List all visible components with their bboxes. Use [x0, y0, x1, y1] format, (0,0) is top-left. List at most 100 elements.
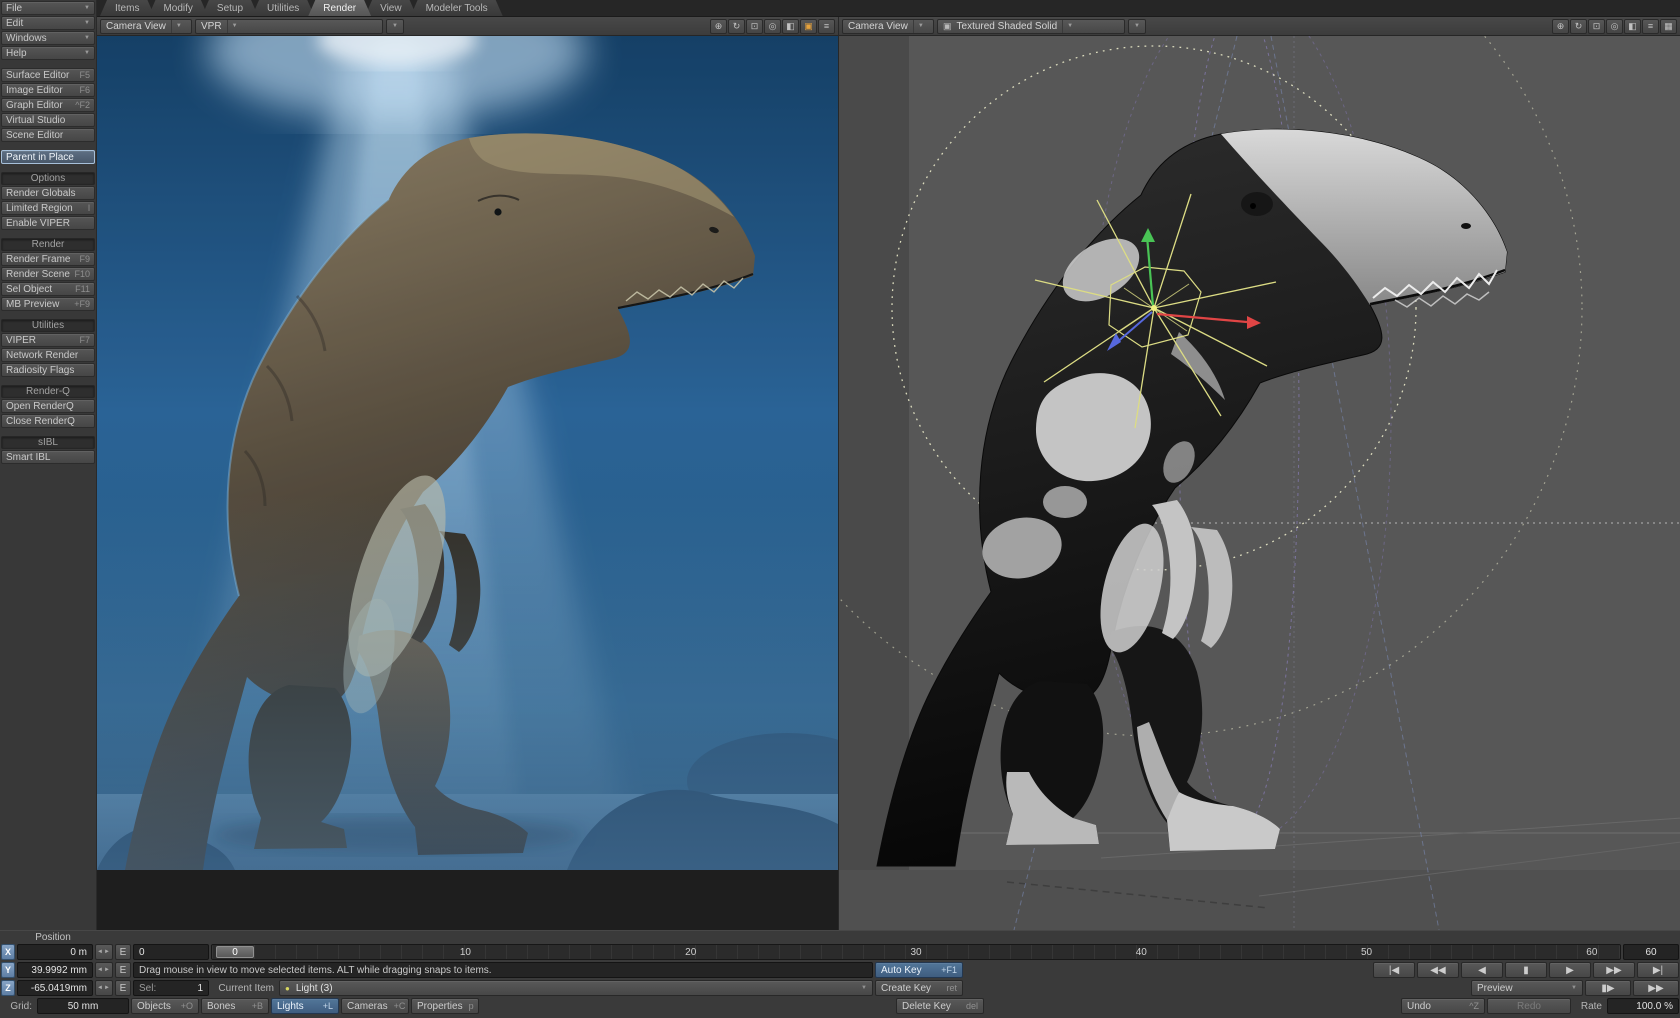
button-parent-in-place[interactable]: Parent in Place — [1, 150, 95, 164]
axis-z-toggle[interactable]: Z — [1, 980, 15, 996]
button-image-editor[interactable]: Image EditorF6 — [1, 83, 95, 97]
button-graph-editor[interactable]: Graph Editor^F2 — [1, 98, 95, 112]
toggle-bones[interactable]: Bones+B — [201, 998, 269, 1014]
rotate-icon[interactable]: ↻ — [1570, 19, 1587, 34]
spacer — [1, 378, 95, 385]
redo-button[interactable]: Redo — [1487, 998, 1571, 1014]
vpr-viewport-canvas[interactable] — [97, 36, 838, 930]
menu-help[interactable]: Help▼ — [1, 46, 95, 60]
transport-go-end[interactable]: ▶| — [1637, 962, 1679, 978]
viewport-shaded: Camera View▼ ▣Textured Shaded Solid▼ ▼ ⊕… — [838, 17, 1680, 930]
button-sel-object[interactable]: Sel ObjectF11 — [1, 282, 95, 296]
auto-key-button[interactable]: Auto Key+F1 — [875, 962, 963, 978]
position-y-field[interactable]: 39.9992 mm — [17, 962, 93, 978]
spacer — [1, 165, 95, 172]
menu-file[interactable]: File▼ — [1, 1, 95, 15]
button-viper[interactable]: VIPERF7 — [1, 333, 95, 347]
nudge-y-button[interactable]: ◄► — [95, 962, 113, 978]
create-key-button[interactable]: Create Keyret — [875, 980, 963, 996]
menu-edit[interactable]: Edit▼ — [1, 16, 95, 30]
tab-items[interactable]: Items — [100, 0, 154, 16]
magnify-icon[interactable]: ◎ — [764, 19, 781, 34]
button-render-globals[interactable]: Render Globals — [1, 186, 95, 200]
transport-step-back[interactable]: ◀ — [1461, 962, 1503, 978]
timeline-ruler[interactable]: 0 10 20 30 40 50 60 — [211, 944, 1621, 960]
shaded-viewport-canvas[interactable] — [839, 36, 1680, 930]
timeline-slider[interactable]: 0 — [216, 946, 254, 958]
chevron-down-icon: ▼ — [392, 20, 398, 33]
viewport-options-dropdown-right[interactable]: ▼ — [1128, 19, 1146, 34]
button-radiosity-flags[interactable]: Radiosity Flags — [1, 363, 95, 377]
preview-dropdown[interactable]: Preview▼ — [1471, 980, 1583, 996]
end-frame-field[interactable]: 60 — [1623, 944, 1679, 960]
toggle-properties[interactable]: Propertiesp — [411, 998, 479, 1014]
rotate-icon[interactable]: ↻ — [728, 19, 745, 34]
shade-toggle-icon[interactable]: ◧ — [782, 19, 799, 34]
render-mode-dropdown-left[interactable]: VPR▼ — [195, 19, 383, 34]
menu-icon[interactable]: ≡ — [818, 19, 835, 34]
tab-modify[interactable]: Modify — [148, 0, 207, 16]
current-frame-field[interactable]: 0 — [133, 944, 209, 960]
preview-play-button[interactable]: ▮▶ — [1585, 980, 1631, 996]
transport-prev-keyframe[interactable]: ◀◀ — [1417, 962, 1459, 978]
button-mb-preview[interactable]: MB Preview+F9 — [1, 297, 95, 311]
transport-go-start[interactable]: |◀ — [1373, 962, 1415, 978]
viewport-options-dropdown-left[interactable]: ▼ — [386, 19, 404, 34]
rate-label: Rate — [1573, 998, 1605, 1014]
button-virtual-studio[interactable]: Virtual Studio — [1, 113, 95, 127]
render-mode-dropdown-right[interactable]: ▣Textured Shaded Solid▼ — [937, 19, 1125, 34]
button-scene-editor[interactable]: Scene Editor — [1, 128, 95, 142]
current-item-dropdown[interactable]: ● Light (3) ▼ — [279, 980, 873, 996]
grid-size-field[interactable]: 50 mm — [37, 998, 129, 1014]
button-surface-editor[interactable]: Surface EditorF5 — [1, 68, 95, 82]
pan-icon[interactable]: ⊕ — [710, 19, 727, 34]
button-enable-viper[interactable]: Enable VIPER — [1, 216, 95, 230]
tab-setup[interactable]: Setup — [202, 0, 258, 16]
spacer — [1, 61, 95, 68]
preview-ff-button[interactable]: ▶▶ — [1633, 980, 1679, 996]
nudge-z-button[interactable]: ◄► — [95, 980, 113, 996]
envelope-z-button[interactable]: E — [115, 980, 131, 996]
tab-render[interactable]: Render — [308, 0, 371, 16]
menu-icon[interactable]: ≡ — [1642, 19, 1659, 34]
position-z-field[interactable]: -65.0419mm — [17, 980, 93, 996]
tab-modeler-tools[interactable]: Modeler Tools — [411, 0, 503, 16]
view-type-dropdown-left[interactable]: Camera View▼ — [100, 19, 192, 34]
button-render-scene[interactable]: Render SceneF10 — [1, 267, 95, 281]
axis-y-toggle[interactable]: Y — [1, 962, 15, 978]
button-limited-region[interactable]: Limited Regionl — [1, 201, 95, 215]
lightwave-layout-window: Items Modify Setup Utilities Render View… — [0, 0, 1680, 1018]
position-x-field[interactable]: 0 m — [17, 944, 93, 960]
chevron-down-icon: ▼ — [84, 50, 90, 56]
transport-next-keyframe[interactable]: ▶▶ — [1593, 962, 1635, 978]
menu-windows[interactable]: Windows▼ — [1, 31, 95, 45]
envelope-x-button[interactable]: E — [115, 944, 131, 960]
transport-step-forward[interactable]: ▶ — [1549, 962, 1591, 978]
tab-view[interactable]: View — [365, 0, 417, 16]
button-network-render[interactable]: Network Render — [1, 348, 95, 362]
menubar: Items Modify Setup Utilities Render View… — [97, 0, 1680, 17]
button-open-renderq[interactable]: Open RenderQ — [1, 399, 95, 413]
toggle-objects[interactable]: Objects+O — [131, 998, 199, 1014]
magnify-icon[interactable]: ◎ — [1606, 19, 1623, 34]
view-type-dropdown-right[interactable]: Camera View▼ — [842, 19, 934, 34]
pan-icon[interactable]: ⊕ — [1552, 19, 1569, 34]
transport-pause[interactable]: ▮ — [1505, 962, 1547, 978]
nudge-x-button[interactable]: ◄► — [95, 944, 113, 960]
camera-toggle-icon[interactable]: ▣ — [800, 19, 817, 34]
toggle-cameras[interactable]: Cameras+C — [341, 998, 409, 1014]
shade-toggle-icon[interactable]: ◧ — [1624, 19, 1641, 34]
undo-button[interactable]: Undo^Z — [1401, 998, 1485, 1014]
envelope-y-button[interactable]: E — [115, 962, 131, 978]
zoom-icon[interactable]: ⊡ — [1588, 19, 1605, 34]
button-render-frame[interactable]: Render FrameF9 — [1, 252, 95, 266]
toggle-lights[interactable]: Lights+L — [271, 998, 339, 1014]
tab-utilities[interactable]: Utilities — [252, 0, 314, 16]
rate-field[interactable]: 100.0 % — [1607, 998, 1679, 1014]
zoom-icon[interactable]: ⊡ — [746, 19, 763, 34]
delete-key-button[interactable]: Delete Keydel — [896, 998, 984, 1014]
button-close-renderq[interactable]: Close RenderQ — [1, 414, 95, 428]
button-smart-ibl[interactable]: Smart IBL — [1, 450, 95, 464]
grid-toggle-icon[interactable]: ▦ — [1660, 19, 1677, 34]
axis-x-toggle[interactable]: X — [1, 944, 15, 960]
